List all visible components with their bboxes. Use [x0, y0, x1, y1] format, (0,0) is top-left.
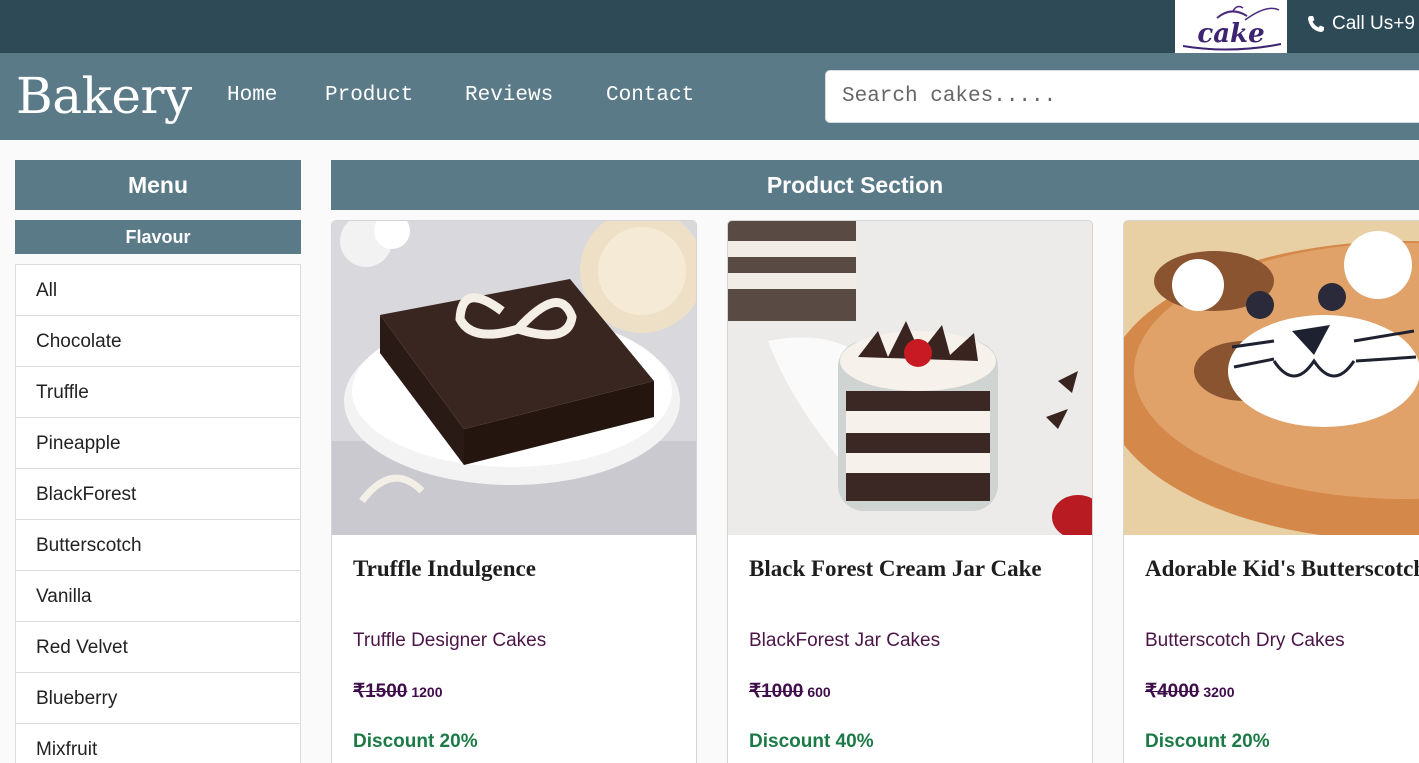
brand-title[interactable]: Bakery [16, 67, 192, 125]
call-us-label: Call Us+9 [1332, 13, 1415, 34]
truffle-cake-illustration [332, 221, 696, 535]
discount-label: Discount 40% [749, 731, 874, 752]
top-bar: cake Call Us+9 [0, 0, 1419, 53]
product-image-blackforest[interactable] [728, 221, 1092, 535]
product-price: ₹1500 1200 [353, 680, 443, 703]
nav-home[interactable]: Home [227, 83, 277, 109]
navbar: Bakery Home Product Reviews Contact [0, 53, 1419, 140]
product-card[interactable]: Truffle Indulgence Truffle Designer Cake… [331, 220, 697, 763]
sale-price: 600 [807, 684, 831, 700]
flavour-item-chocolate[interactable]: Chocolate [15, 316, 301, 367]
blackforest-jar-illustration [728, 221, 1092, 535]
flavour-list: All Chocolate Truffle Pineapple BlackFor… [15, 264, 301, 763]
original-price: ₹1500 [353, 681, 408, 702]
flavour-item-all[interactable]: All [15, 264, 301, 316]
flavour-heading: Flavour [15, 220, 301, 254]
original-price: ₹4000 [1145, 681, 1200, 702]
product-section-heading: Product Section [331, 160, 1419, 210]
call-us[interactable]: Call Us+9 [1306, 13, 1415, 35]
sale-price: 3200 [1203, 684, 1235, 700]
phone-icon [1308, 16, 1324, 32]
product-image-truffle[interactable] [332, 221, 696, 535]
flavour-item-red-velvet[interactable]: Red Velvet [15, 622, 301, 673]
nav-contact[interactable]: Contact [606, 83, 694, 109]
sale-price: 1200 [411, 684, 443, 700]
flavour-item-mixfruit[interactable]: Mixfruit [15, 724, 301, 763]
product-category: BlackForest Jar Cakes [749, 630, 941, 651]
menu-heading: Menu [15, 160, 301, 210]
cake-logo-image: cake [1182, 5, 1282, 51]
search-input[interactable] [825, 70, 1419, 123]
flavour-item-butterscotch[interactable]: Butterscotch [15, 520, 301, 571]
flavour-item-truffle[interactable]: Truffle [15, 367, 301, 418]
cake-logo[interactable]: cake [1175, 0, 1287, 53]
nav-product[interactable]: Product [325, 83, 413, 109]
product-price: ₹1000 600 [749, 680, 831, 703]
flavour-item-vanilla[interactable]: Vanilla [15, 571, 301, 622]
flavour-item-pineapple[interactable]: Pineapple [15, 418, 301, 469]
product-category: Butterscotch Dry Cakes [1145, 630, 1345, 651]
kids-cake-illustration [1124, 221, 1419, 535]
product-price: ₹4000 3200 [1145, 680, 1235, 703]
logo-text: cake [1197, 19, 1264, 49]
flavour-item-blackforest[interactable]: BlackForest [15, 469, 301, 520]
original-price: ₹1000 [749, 681, 804, 702]
product-title[interactable]: Adorable Kid's Butterscotch Cake [1145, 554, 1419, 584]
flavour-item-blueberry[interactable]: Blueberry [15, 673, 301, 724]
product-title[interactable]: Truffle Indulgence [353, 554, 693, 584]
product-title[interactable]: Black Forest Cream Jar Cake [749, 554, 1089, 584]
product-image-butterscotch[interactable] [1124, 221, 1419, 535]
discount-label: Discount 20% [353, 731, 478, 752]
product-category: Truffle Designer Cakes [353, 630, 547, 651]
discount-label: Discount 20% [1145, 731, 1270, 752]
nav-reviews[interactable]: Reviews [465, 83, 553, 109]
product-card[interactable]: Adorable Kid's Butterscotch Cake Butters… [1123, 220, 1419, 763]
product-card[interactable]: Black Forest Cream Jar Cake BlackForest … [727, 220, 1093, 763]
